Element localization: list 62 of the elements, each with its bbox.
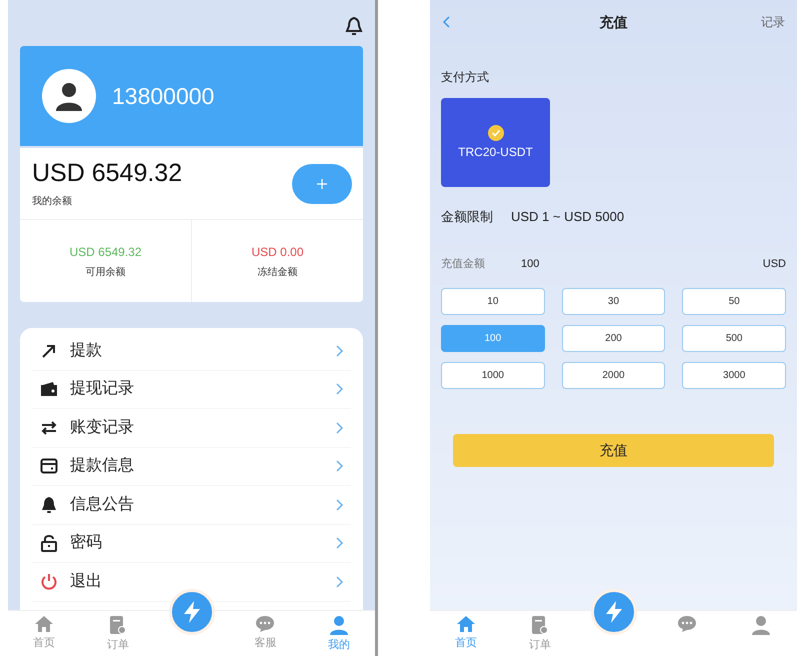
back-icon[interactable] (442, 16, 450, 28)
chevron-right-icon (335, 498, 343, 511)
lightning-icon (604, 600, 624, 624)
add-button[interactable] (292, 164, 352, 204)
amount-option[interactable]: 3000 (682, 362, 786, 389)
chevron-right-icon (335, 344, 343, 357)
lightning-button[interactable] (168, 589, 214, 635)
amount-option[interactable]: 10 (441, 288, 545, 315)
wallet-icon (40, 381, 58, 398)
bell-icon (40, 496, 58, 514)
balance-label: 冻结金额 (258, 266, 298, 280)
amount-option[interactable]: 200 (562, 325, 666, 352)
amount-field[interactable]: 100 (521, 256, 763, 272)
menu-item[interactable]: 账变记录 (32, 409, 351, 448)
amount-option[interactable]: 30 (562, 288, 666, 315)
chevron-right-icon (335, 383, 343, 396)
menu-item[interactable]: 提款信息 (32, 448, 351, 486)
balance-amount: USD 0.00 (251, 244, 304, 260)
menu-item[interactable]: 信息公告 (32, 486, 351, 524)
person-icon (53, 80, 85, 112)
card-icon (40, 458, 58, 474)
limit-value: USD 1 ~ USD 5000 (511, 208, 624, 226)
chat-icon (255, 615, 276, 633)
chat-icon (677, 615, 698, 633)
amount-option[interactable]: 1000 (441, 362, 545, 389)
person-icon (329, 615, 349, 635)
limit-label: 金额限制 (441, 208, 493, 226)
payment-method-card[interactable]: TRC20-USDT (441, 98, 550, 187)
document-icon (108, 615, 127, 635)
menu-item[interactable]: 提款 (32, 332, 351, 370)
lock-icon (40, 534, 58, 552)
balance-amount: USD 6549.32 (32, 158, 182, 190)
page-title: 充值 (600, 12, 628, 32)
recharge-button[interactable]: 充值 (453, 434, 774, 467)
power-icon (40, 572, 58, 591)
plus-icon (317, 178, 327, 188)
lightning-button[interactable] (590, 589, 636, 635)
amount-option[interactable]: 2000 (562, 362, 666, 389)
amount-option[interactable]: 50 (682, 288, 786, 315)
currency-unit: USD (762, 256, 786, 272)
phone-number: 13800000 (112, 82, 214, 111)
amount-label: 充值金额 (441, 256, 486, 272)
balance-amount: USD 6549.32 (69, 244, 142, 260)
menu-item[interactable]: 提现记录 (32, 370, 351, 409)
lightning-icon (182, 600, 202, 624)
home-icon (456, 615, 476, 633)
balance-label: 可用余额 (86, 266, 126, 280)
swap-icon (40, 420, 58, 436)
chevron-right-icon (335, 537, 343, 550)
check-icon (488, 124, 504, 140)
record-link[interactable]: 记录 (761, 13, 785, 31)
menu-item[interactable]: 密码 (32, 524, 351, 563)
chevron-right-icon (335, 422, 343, 434)
chevron-right-icon (335, 576, 343, 588)
document-icon (530, 615, 549, 635)
section-label: 支付方式 (441, 69, 490, 86)
balance-label: 我的余额 (32, 194, 73, 209)
chevron-right-icon (335, 460, 343, 472)
notification-bell-icon[interactable] (345, 16, 363, 36)
amount-option[interactable]: 500 (682, 325, 786, 352)
person-icon (751, 615, 771, 635)
home-icon (34, 615, 54, 633)
